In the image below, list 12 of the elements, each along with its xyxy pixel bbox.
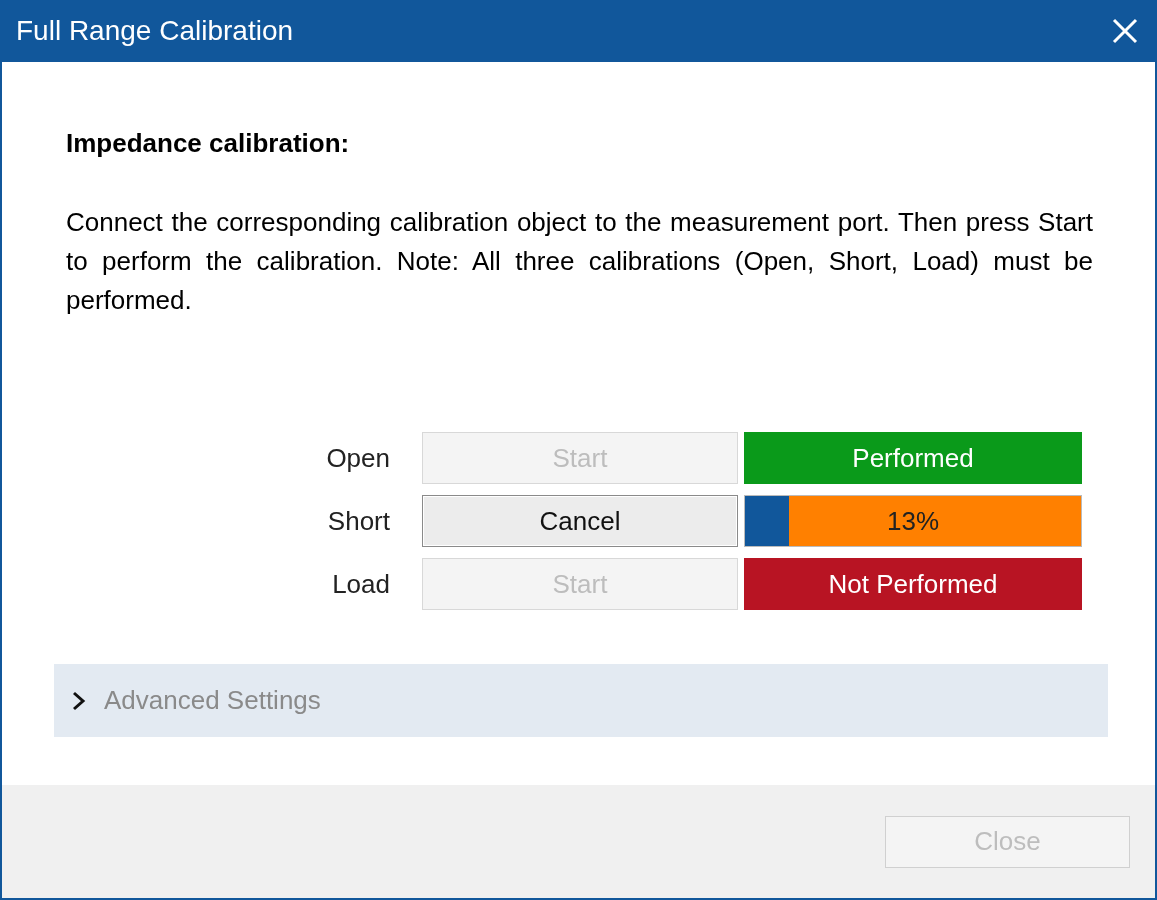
- calibration-label: Open: [325, 441, 391, 475]
- calibration-label: Load: [331, 567, 391, 601]
- advanced-settings-expander[interactable]: Advanced Settings: [54, 664, 1108, 737]
- instructions-paragraph: Connect the corresponding calibration object to the measurement port. Then press Start to perform the calibration. Note: All three calibrations (Open, Short, Load) must be performed.: [66, 206, 1093, 317]
- calibration-button[interactable]: Cancel: [422, 495, 738, 547]
- progress-text: 13%: [886, 504, 939, 538]
- section-heading: Impedance calibration:: [66, 127, 351, 160]
- status-indicator: Performed: [744, 432, 1082, 484]
- calibration-label: Short: [326, 504, 391, 538]
- status-indicator: Not Performed: [744, 558, 1082, 610]
- chevron-right-icon: [70, 689, 88, 712]
- window-title: Full Range Calibration: [16, 14, 294, 48]
